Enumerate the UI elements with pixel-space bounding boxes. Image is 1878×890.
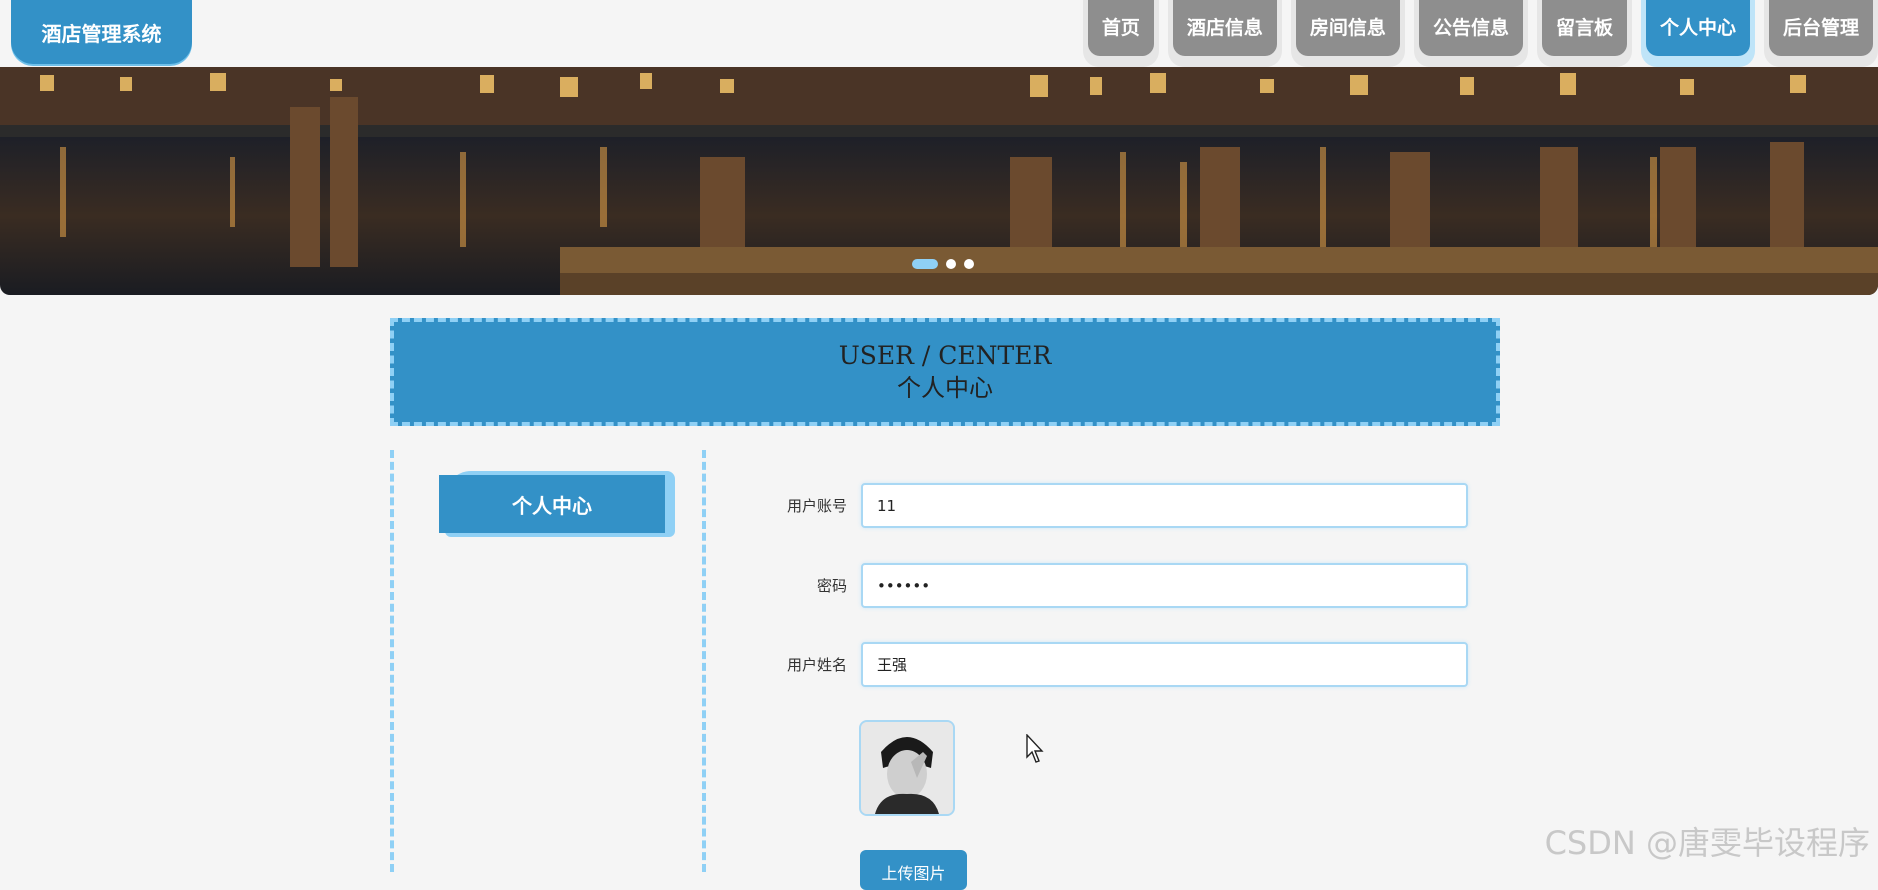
watermark: CSDN @唐雯毕设程序 bbox=[1544, 824, 1870, 862]
avatar bbox=[859, 720, 955, 816]
nav-item-label: 公告信息 bbox=[1418, 0, 1523, 56]
nav-item-home[interactable]: 首页 bbox=[1082, 0, 1159, 67]
carousel-indicators bbox=[912, 259, 982, 269]
section-title-en: USER / CENTER bbox=[838, 341, 1052, 370]
sidebar-item-label: 个人中心 bbox=[439, 475, 665, 533]
name-row: 用户姓名 王强 bbox=[740, 642, 1468, 687]
nav-item-user-center[interactable]: 个人中心 bbox=[1640, 0, 1755, 67]
username-row: 用户账号 11 bbox=[740, 483, 1468, 528]
main-nav: 首页 酒店信息 房间信息 公告信息 留言板 个人中心 后台管理 bbox=[1074, 0, 1878, 67]
top-bar: 酒店管理系统 首页 酒店信息 房间信息 公告信息 留言板 个人中心 后台管理 bbox=[0, 0, 1878, 67]
nav-item-announcements[interactable]: 公告信息 bbox=[1413, 0, 1528, 67]
username-input[interactable]: 11 bbox=[861, 483, 1468, 528]
nav-item-message-board[interactable]: 留言板 bbox=[1536, 0, 1632, 67]
password-row: 密码 •••••• bbox=[740, 563, 1468, 608]
section-title-cn: 个人中心 bbox=[897, 374, 993, 402]
nav-item-label: 留言板 bbox=[1541, 0, 1627, 56]
avatar-image bbox=[861, 722, 953, 814]
nav-item-admin[interactable]: 后台管理 bbox=[1763, 0, 1878, 67]
nav-item-label: 房间信息 bbox=[1295, 0, 1400, 56]
username-label: 用户账号 bbox=[786, 497, 847, 515]
sidebar-item-user-center[interactable]: 个人中心 bbox=[439, 471, 675, 537]
carousel-dot[interactable] bbox=[946, 259, 956, 269]
nav-item-label: 酒店信息 bbox=[1172, 0, 1277, 56]
site-title[interactable]: 酒店管理系统 bbox=[11, 0, 192, 64]
carousel-dot[interactable] bbox=[912, 259, 938, 269]
password-label: 密码 bbox=[816, 577, 847, 595]
mouse-cursor-icon bbox=[1026, 734, 1044, 763]
nav-item-label: 后台管理 bbox=[1768, 0, 1873, 56]
password-input[interactable]: •••••• bbox=[861, 563, 1468, 608]
nav-item-room-info[interactable]: 房间信息 bbox=[1290, 0, 1405, 67]
carousel-dot[interactable] bbox=[964, 259, 974, 269]
name-input[interactable]: 王强 bbox=[861, 642, 1468, 687]
section-title-box: USER / CENTER 个人中心 bbox=[390, 318, 1500, 426]
upload-image-button[interactable]: 上传图片 bbox=[860, 850, 967, 890]
nav-item-label: 首页 bbox=[1087, 0, 1154, 56]
name-label: 用户姓名 bbox=[786, 656, 847, 674]
sidebar: 个人中心 bbox=[390, 450, 706, 872]
nav-item-label: 个人中心 bbox=[1645, 0, 1750, 56]
nav-item-hotel-info[interactable]: 酒店信息 bbox=[1167, 0, 1282, 67]
